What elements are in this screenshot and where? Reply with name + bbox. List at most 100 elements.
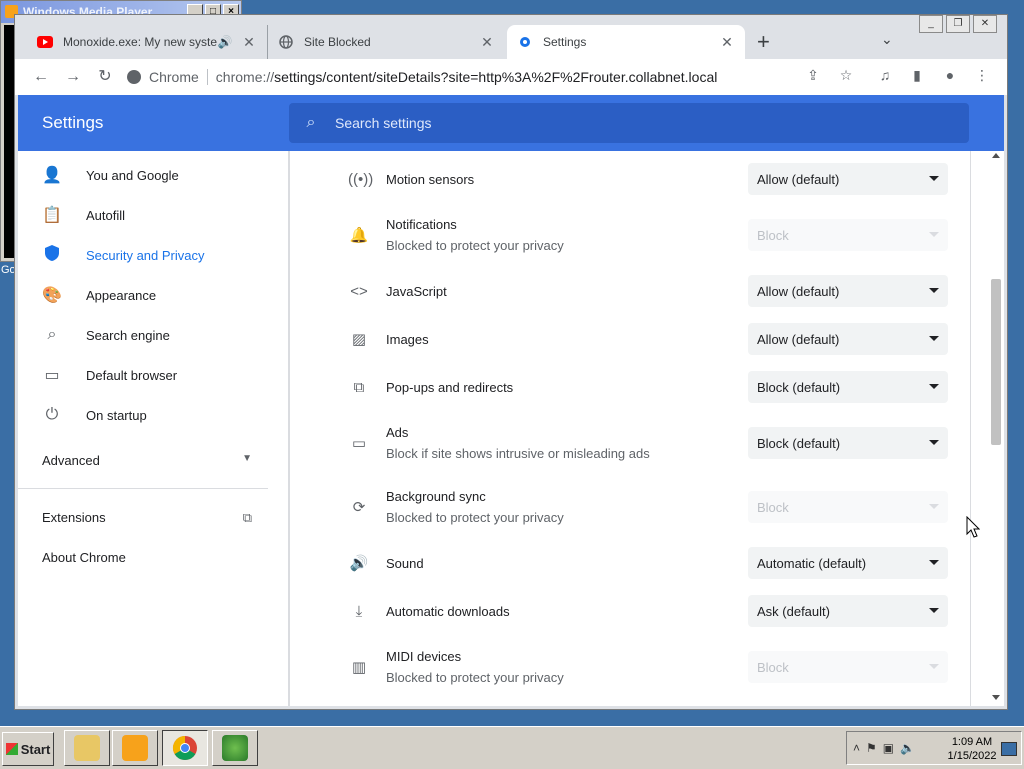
bookmark-star-icon[interactable]: ☆	[836, 67, 856, 84]
page-title: Settings	[42, 113, 104, 132]
taskbar-windows-logo[interactable]	[212, 730, 258, 766]
permission-select[interactable]: Allow (default)	[748, 163, 948, 195]
chrome-logo-icon	[127, 70, 141, 84]
tab-label: Monoxide.exe: My new system	[63, 35, 217, 49]
windows-orb-icon	[222, 735, 248, 761]
open-external-icon: ⧉	[242, 510, 252, 525]
permission-row: <> JavaScript Allow (default)	[290, 275, 970, 307]
tab-youtube[interactable]: Monoxide.exe: My new system 🔊 ✕	[27, 25, 267, 59]
volume-icon: 🔊	[349, 555, 369, 572]
sidebar-advanced[interactable]: Advanced ▼	[42, 453, 252, 468]
permission-row: ⤓ Automatic downloads Ask (default)	[290, 595, 970, 627]
mouse-cursor-icon	[966, 516, 980, 538]
permission-select[interactable]: Block (default)	[748, 427, 948, 459]
tab-site-blocked[interactable]: Site Blocked ✕	[267, 25, 505, 59]
palette-icon: 🎨	[42, 287, 62, 304]
sidebar-item-autofill[interactable]: 📋 Autofill	[18, 195, 288, 235]
chrome-window: Monoxide.exe: My new system 🔊 ✕ Site Blo…	[14, 14, 1008, 710]
clock-date: 1/15/2022	[947, 750, 997, 762]
select-value: Block	[757, 499, 789, 515]
tab-settings[interactable]: Settings ✕	[507, 25, 745, 59]
sensors-icon: ((•))	[348, 170, 374, 188]
select-value: Ask (default)	[757, 603, 830, 619]
address-bar[interactable]: Chrome chrome:// settings/content/siteDe…	[127, 61, 903, 93]
reload-icon[interactable]: ↻	[95, 67, 115, 87]
sidebar-item-label: Default browser	[86, 367, 178, 383]
tab-search-chevron-icon[interactable]: ⌄	[881, 31, 893, 48]
close-icon[interactable]: ✕	[973, 15, 997, 33]
sync-icon: ⟳	[352, 499, 366, 516]
dropdown-caret-icon	[929, 504, 939, 509]
menu-kebab-icon[interactable]: ⋮	[972, 67, 992, 84]
sidebar-item-appearance[interactable]: 🎨 Appearance	[18, 275, 288, 315]
show-desktop-icon[interactable]	[1001, 742, 1017, 756]
open-external-icon: ⧉	[353, 378, 365, 396]
permission-row: ((•)) Motion sensors Allow (default)	[290, 163, 970, 195]
taskbar-explorer[interactable]	[64, 730, 110, 766]
start-label: Start	[20, 741, 51, 757]
restore-icon[interactable]: ❐	[946, 15, 970, 33]
sidebar-item-label: On startup	[86, 407, 147, 423]
taskbar-chrome[interactable]	[162, 730, 208, 766]
action-center-flag-icon[interactable]: ⚑	[866, 741, 877, 755]
media-control-icon[interactable]: ♫	[875, 67, 895, 83]
select-value: Block (default)	[757, 379, 841, 395]
scroll-up-arrow-icon[interactable]	[992, 153, 1000, 158]
permission-select[interactable]: Automatic (default)	[748, 547, 948, 579]
bell-icon: 🔔	[349, 227, 369, 244]
permission-select[interactable]: Allow (default)	[748, 275, 948, 307]
settings-header: Settings ⌕	[18, 95, 1004, 151]
dropdown-caret-icon	[929, 336, 939, 341]
profile-avatar-icon[interactable]: ●	[940, 67, 960, 83]
search-icon: ⌕	[306, 114, 316, 131]
select-value: Block	[757, 227, 789, 243]
permission-select[interactable]: Ask (default)	[748, 595, 948, 627]
sidebar-item-label: You and Google	[86, 167, 179, 183]
permission-row: 🔊 Sound Automatic (default)	[290, 547, 970, 579]
share-icon[interactable]: ⇪	[803, 67, 823, 84]
sidebar-item-you-and-google[interactable]: 👤 You and Google	[18, 155, 288, 195]
sidebar-item-on-startup[interactable]: ⏻ On startup	[18, 395, 288, 435]
back-arrow-icon[interactable]: ←	[31, 67, 51, 87]
side-panel-icon[interactable]: ▮	[907, 67, 927, 84]
close-tab-icon[interactable]: ✕	[719, 34, 735, 51]
ads-window-icon: ▭	[351, 435, 367, 452]
network-icon[interactable]: ▣	[883, 741, 894, 755]
close-tab-icon[interactable]: ✕	[241, 34, 257, 51]
sidebar-item-search-engine[interactable]: ⌕ Search engine	[18, 315, 288, 355]
sidebar-item-default-browser[interactable]: ▭ Default browser	[18, 355, 288, 395]
forward-arrow-icon[interactable]: →	[63, 67, 83, 87]
taskbar-media-player[interactable]	[112, 730, 158, 766]
chevron-down-icon: ▼	[242, 453, 252, 464]
search-input[interactable]	[333, 114, 937, 132]
vertical-scrollbar[interactable]	[988, 151, 1004, 706]
url-text: settings/content/siteDetails?site=http%3…	[274, 69, 718, 85]
permission-select[interactable]: Block (default)	[748, 371, 948, 403]
dropdown-caret-icon	[929, 560, 939, 565]
sidebar-item-security[interactable]: Security and Privacy	[18, 235, 288, 275]
tab-label: Site Blocked	[304, 35, 371, 49]
search-settings-box[interactable]: ⌕	[289, 103, 969, 143]
new-tab-button[interactable]: +	[757, 29, 770, 55]
sidebar-about-chrome[interactable]: About Chrome	[42, 550, 126, 565]
permission-select: Block	[748, 491, 948, 523]
search-icon: ⌕	[47, 326, 57, 343]
scrollbar-thumb[interactable]	[991, 279, 1001, 445]
globe-icon	[278, 34, 294, 50]
scroll-down-arrow-icon[interactable]	[992, 695, 1000, 700]
extensions-label: Extensions	[42, 510, 106, 525]
permission-row: ▭ Ads Block if site shows intrusive or m…	[290, 423, 970, 463]
image-icon: ▨	[351, 331, 367, 348]
clock[interactable]: 1:09 AM 1/15/2022	[943, 735, 1001, 763]
minimize-icon[interactable]: _	[919, 15, 943, 33]
media-player-icon	[122, 735, 148, 761]
permission-select[interactable]: Allow (default)	[748, 323, 948, 355]
sidebar-extensions[interactable]: Extensions ⧉	[42, 510, 252, 526]
speaker-icon[interactable]: 🔊	[217, 35, 233, 49]
tray-expand-icon[interactable]: ˄	[853, 741, 860, 755]
tab-label: Settings	[543, 35, 587, 49]
volume-icon[interactable]: 🔈	[900, 741, 915, 755]
start-button[interactable]: Start	[2, 732, 54, 766]
dropdown-caret-icon	[929, 384, 939, 389]
close-tab-icon[interactable]: ✕	[479, 34, 495, 51]
